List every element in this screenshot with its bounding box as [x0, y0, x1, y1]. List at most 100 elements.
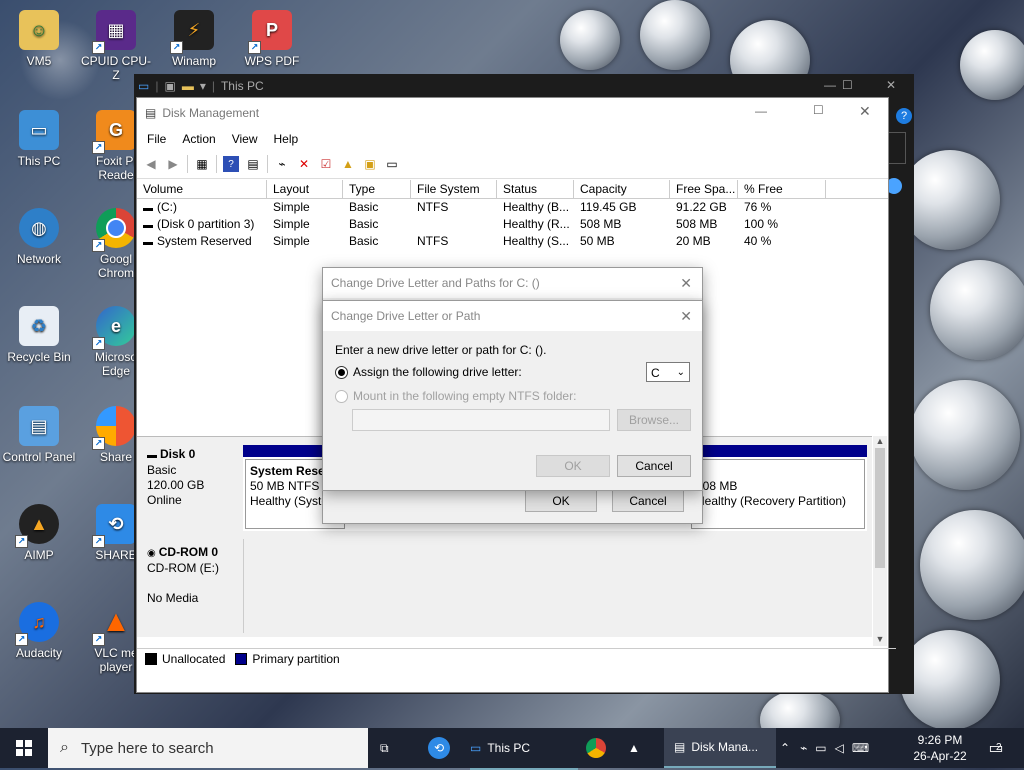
- desktop-icon-network[interactable]: ◍ Network: [1, 208, 77, 266]
- winamp-icon: ⚡ ↗: [170, 10, 214, 54]
- check-icon[interactable]: ☑: [318, 156, 334, 172]
- col-capacity[interactable]: Capacity: [574, 180, 670, 198]
- cancel-button[interactable]: Cancel: [612, 490, 684, 512]
- maximize-icon[interactable]: ☐: [813, 103, 824, 117]
- desktop-icon-vm5[interactable]: ☺ VM5: [1, 10, 77, 68]
- menu-action[interactable]: Action: [182, 132, 215, 146]
- desktop-icon-aimp[interactable]: ▲ ↗ AIMP: [1, 504, 77, 562]
- properties-icon: ▣: [164, 79, 176, 93]
- close-icon[interactable]: ✕: [680, 308, 692, 325]
- table-row[interactable]: ▬ (Disk 0 partition 3) Simple Basic Healt…: [137, 216, 888, 233]
- audacity-icon: ♫ ↗: [15, 602, 59, 646]
- notification-center[interactable]: ▭ 2: [984, 728, 1008, 768]
- share-app-icon: ↗: [92, 406, 136, 450]
- col-percent-free[interactable]: % Free: [738, 180, 826, 198]
- desktop-icon-recycle-bin[interactable]: ♻ Recycle Bin: [1, 306, 77, 364]
- task-view-button[interactable]: ⧉: [380, 728, 404, 768]
- cdrom-0-label: ◉ CD-ROM 0 CD-ROM (E:) No Media: [141, 539, 241, 633]
- assign-letter-option[interactable]: Assign the following drive letter:: [335, 365, 522, 380]
- radio-selected[interactable]: [335, 366, 348, 380]
- col-status[interactable]: Status: [497, 180, 574, 198]
- minimize-icon[interactable]: —: [755, 104, 767, 118]
- taskbar-photos[interactable]: ▲: [628, 728, 652, 768]
- radio-unselected[interactable]: [335, 390, 348, 404]
- menu-view[interactable]: View: [232, 132, 258, 146]
- delete-icon[interactable]: ✕: [296, 156, 312, 172]
- desktop-icon-cpuz[interactable]: ▦ ↗ CPUID CPU-Z: [78, 10, 154, 82]
- console-icon[interactable]: ▭: [384, 156, 400, 172]
- change-drive-letter-dialog[interactable]: Change Drive Letter or Path ✕ Enter a ne…: [322, 300, 703, 491]
- table-row[interactable]: ▬ (C:) Simple Basic NTFS Healthy (B... 11…: [137, 199, 888, 216]
- computer-icon: ▭: [19, 110, 59, 150]
- table-row[interactable]: ▬ System Reserved Simple Basic NTFS Healt…: [137, 233, 888, 250]
- desktop-icon-winamp[interactable]: ⚡ ↗ Winamp: [156, 10, 232, 68]
- help-icon[interactable]: ?: [896, 108, 912, 124]
- maximize-icon[interactable]: ☐: [842, 78, 853, 92]
- desktop-icon-wps-pdf[interactable]: P ↗ WPS PDF: [234, 10, 310, 68]
- volume-icon: ▬: [143, 203, 153, 214]
- connect-icon[interactable]: ⌁: [274, 156, 290, 172]
- dialog-title: Change Drive Letter and Paths for C: (): [331, 276, 540, 290]
- this-pc-search-box[interactable]: [886, 132, 906, 164]
- browse-button[interactable]: Browse...: [617, 409, 691, 431]
- minimize-icon[interactable]: —: [824, 78, 836, 92]
- folder-up-icon[interactable]: ▲: [340, 156, 356, 172]
- network-status-icon[interactable]: ⌁: [800, 741, 807, 755]
- forward-icon[interactable]: ▶: [165, 156, 181, 172]
- col-layout[interactable]: Layout: [267, 180, 343, 198]
- disk-management-titlebar: ▤ Disk Management — ☐ ✕: [137, 98, 888, 128]
- computer-icon: ▭: [470, 741, 482, 755]
- desktop-icon-audacity[interactable]: ♫ ↗ Audacity: [1, 602, 77, 660]
- col-type[interactable]: Type: [343, 180, 411, 198]
- taskbar-chrome[interactable]: [586, 728, 610, 768]
- search-icon: ⌕: [60, 739, 69, 756]
- menu-file[interactable]: File: [147, 132, 166, 146]
- col-file-system[interactable]: File System: [411, 180, 497, 198]
- help-icon[interactable]: ?: [223, 156, 239, 172]
- disk-0-label: ▬ Disk 0 Basic 120.00 GB Online: [141, 441, 241, 531]
- close-icon[interactable]: ✕: [886, 78, 896, 92]
- drive-letter-select[interactable]: C ⌄: [646, 362, 690, 382]
- taskbar-app-disk-management[interactable]: ▤ Disk Mana...: [664, 728, 776, 768]
- properties-icon[interactable]: ▤: [245, 156, 261, 172]
- mount-folder-option[interactable]: Mount in the following empty NTFS folder…: [335, 389, 576, 404]
- col-free-space[interactable]: Free Spa...: [670, 180, 738, 198]
- cancel-button[interactable]: Cancel: [617, 455, 691, 477]
- dialog-titlebar: Change Drive Letter and Paths for C: () …: [323, 268, 702, 298]
- chrome-icon: ↗: [92, 208, 136, 252]
- desktop-icon-control-panel[interactable]: ▤ Control Panel: [1, 406, 77, 464]
- taskbar-shareit[interactable]: ⟲: [428, 728, 454, 768]
- chevron-up-icon[interactable]: ⌃: [780, 741, 790, 755]
- partition-recovery[interactable]: 508 MB Healthy (Recovery Partition): [691, 459, 865, 529]
- list-view-icon[interactable]: ▦: [194, 156, 210, 172]
- close-icon[interactable]: ✕: [680, 275, 692, 292]
- scroll-up-icon[interactable]: ▲: [873, 436, 887, 448]
- clock[interactable]: 9:26 PM 26-Apr-22: [910, 728, 970, 768]
- pdf-icon: P ↗: [248, 10, 292, 54]
- menu-help[interactable]: Help: [274, 132, 299, 146]
- keyboard-icon[interactable]: ⌨: [852, 741, 869, 755]
- close-icon[interactable]: ✕: [859, 103, 871, 120]
- search-box[interactable]: ⌕ Type here to search: [48, 728, 368, 768]
- disk-management-icon: ▤: [674, 740, 686, 754]
- vertical-scrollbar[interactable]: ▲ ▼: [873, 436, 887, 646]
- speaker-icon[interactable]: ◁: [835, 741, 844, 755]
- aimp-icon: ▲ ↗: [15, 504, 59, 548]
- ok-button[interactable]: OK: [525, 490, 597, 512]
- chrome-icon: [586, 738, 606, 758]
- usb-icon[interactable]: ▭: [815, 741, 826, 755]
- col-volume[interactable]: Volume: [137, 180, 267, 198]
- ok-button[interactable]: OK: [536, 455, 610, 477]
- scroll-down-icon[interactable]: ▼: [873, 634, 887, 646]
- search-folder-icon[interactable]: ▣: [362, 156, 378, 172]
- cdrom-0-row[interactable]: ◉ CD-ROM 0 CD-ROM (E:) No Media: [137, 539, 872, 635]
- dialog-titlebar: Change Drive Letter or Path ✕: [323, 301, 702, 331]
- taskbar-app-this-pc[interactable]: ▭ This PC: [470, 728, 578, 770]
- scroll-thumb[interactable]: [875, 448, 885, 568]
- this-pc-titlebar: ▭ | ▣ ▬ ▾ | This PC — ☐ ✕: [138, 78, 897, 93]
- shareit-icon: ⟲: [428, 737, 450, 759]
- folder-path-input[interactable]: [352, 409, 610, 431]
- desktop-icon-this-pc[interactable]: ▭ This PC: [1, 110, 77, 168]
- start-button[interactable]: [0, 728, 48, 768]
- back-icon[interactable]: ◀: [143, 156, 159, 172]
